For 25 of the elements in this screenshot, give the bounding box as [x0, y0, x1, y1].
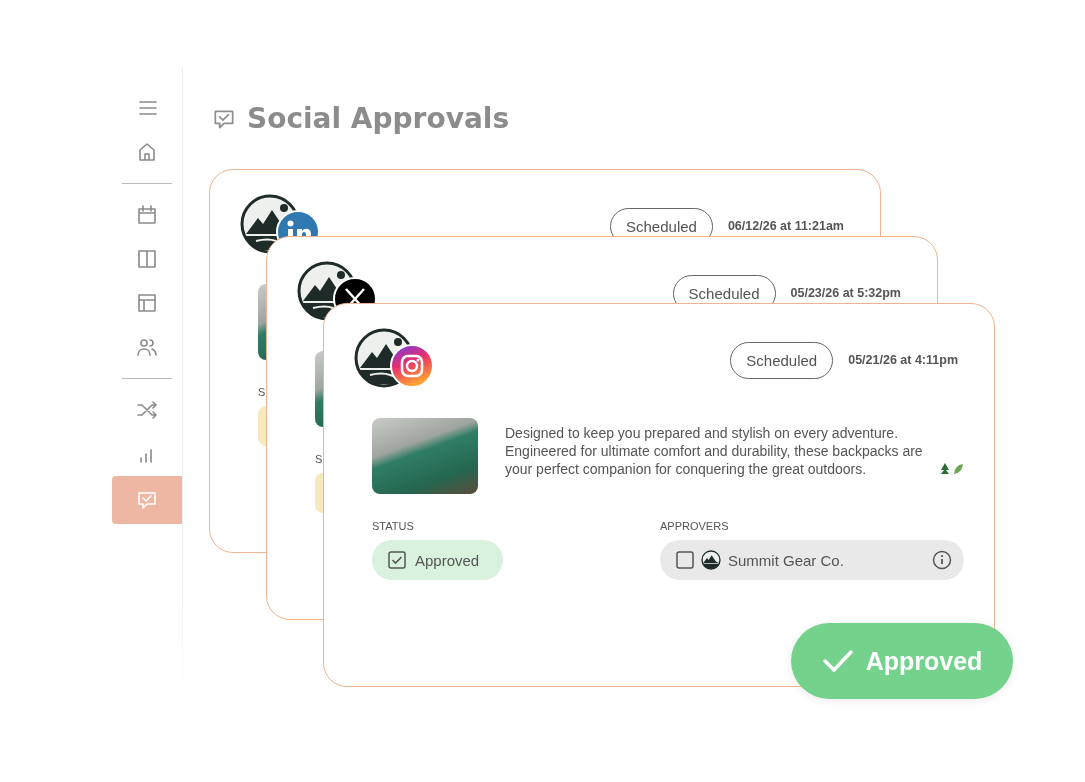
toast-label: Approved	[865, 646, 983, 676]
checkbox-icon[interactable]	[388, 551, 406, 569]
checkmark-icon	[821, 649, 854, 673]
calendar-icon	[135, 203, 159, 227]
schedule-date: 05/23/26 at 5:32pm	[790, 286, 901, 300]
checkbox-icon[interactable]	[676, 551, 694, 569]
columns-icon	[135, 247, 159, 271]
status-label: S	[258, 386, 267, 398]
page-title: Social Approvals	[247, 102, 510, 135]
schedule-date: 06/12/26 at 11:21am	[727, 219, 844, 233]
status-pill[interactable]: Approved	[372, 540, 503, 580]
layout-icon	[135, 291, 159, 315]
shuffle-icon	[135, 398, 159, 422]
mountain-logo-icon	[701, 550, 721, 570]
sidebar-item[interactable]	[112, 476, 182, 524]
status-label: S	[315, 453, 324, 465]
status-label: STATUS	[372, 520, 415, 532]
post-description: Designed to keep you prepared and stylish on every adventure. Engineered for ultimate comfort and durability, these backpacks are your perfect companion for conquering the great outdoors.	[505, 424, 924, 478]
approver-name: Summit Gear Co.	[728, 551, 844, 569]
approver-row[interactable]: Summit Gear Co.	[660, 540, 964, 580]
schedule-date: 05/21/26 at 4:11pm	[848, 353, 958, 367]
tree-leaf-icon	[940, 462, 964, 476]
camera-icon	[390, 344, 434, 388]
approvers-label: APPROVERS	[660, 520, 730, 532]
info-icon[interactable]	[932, 550, 952, 570]
